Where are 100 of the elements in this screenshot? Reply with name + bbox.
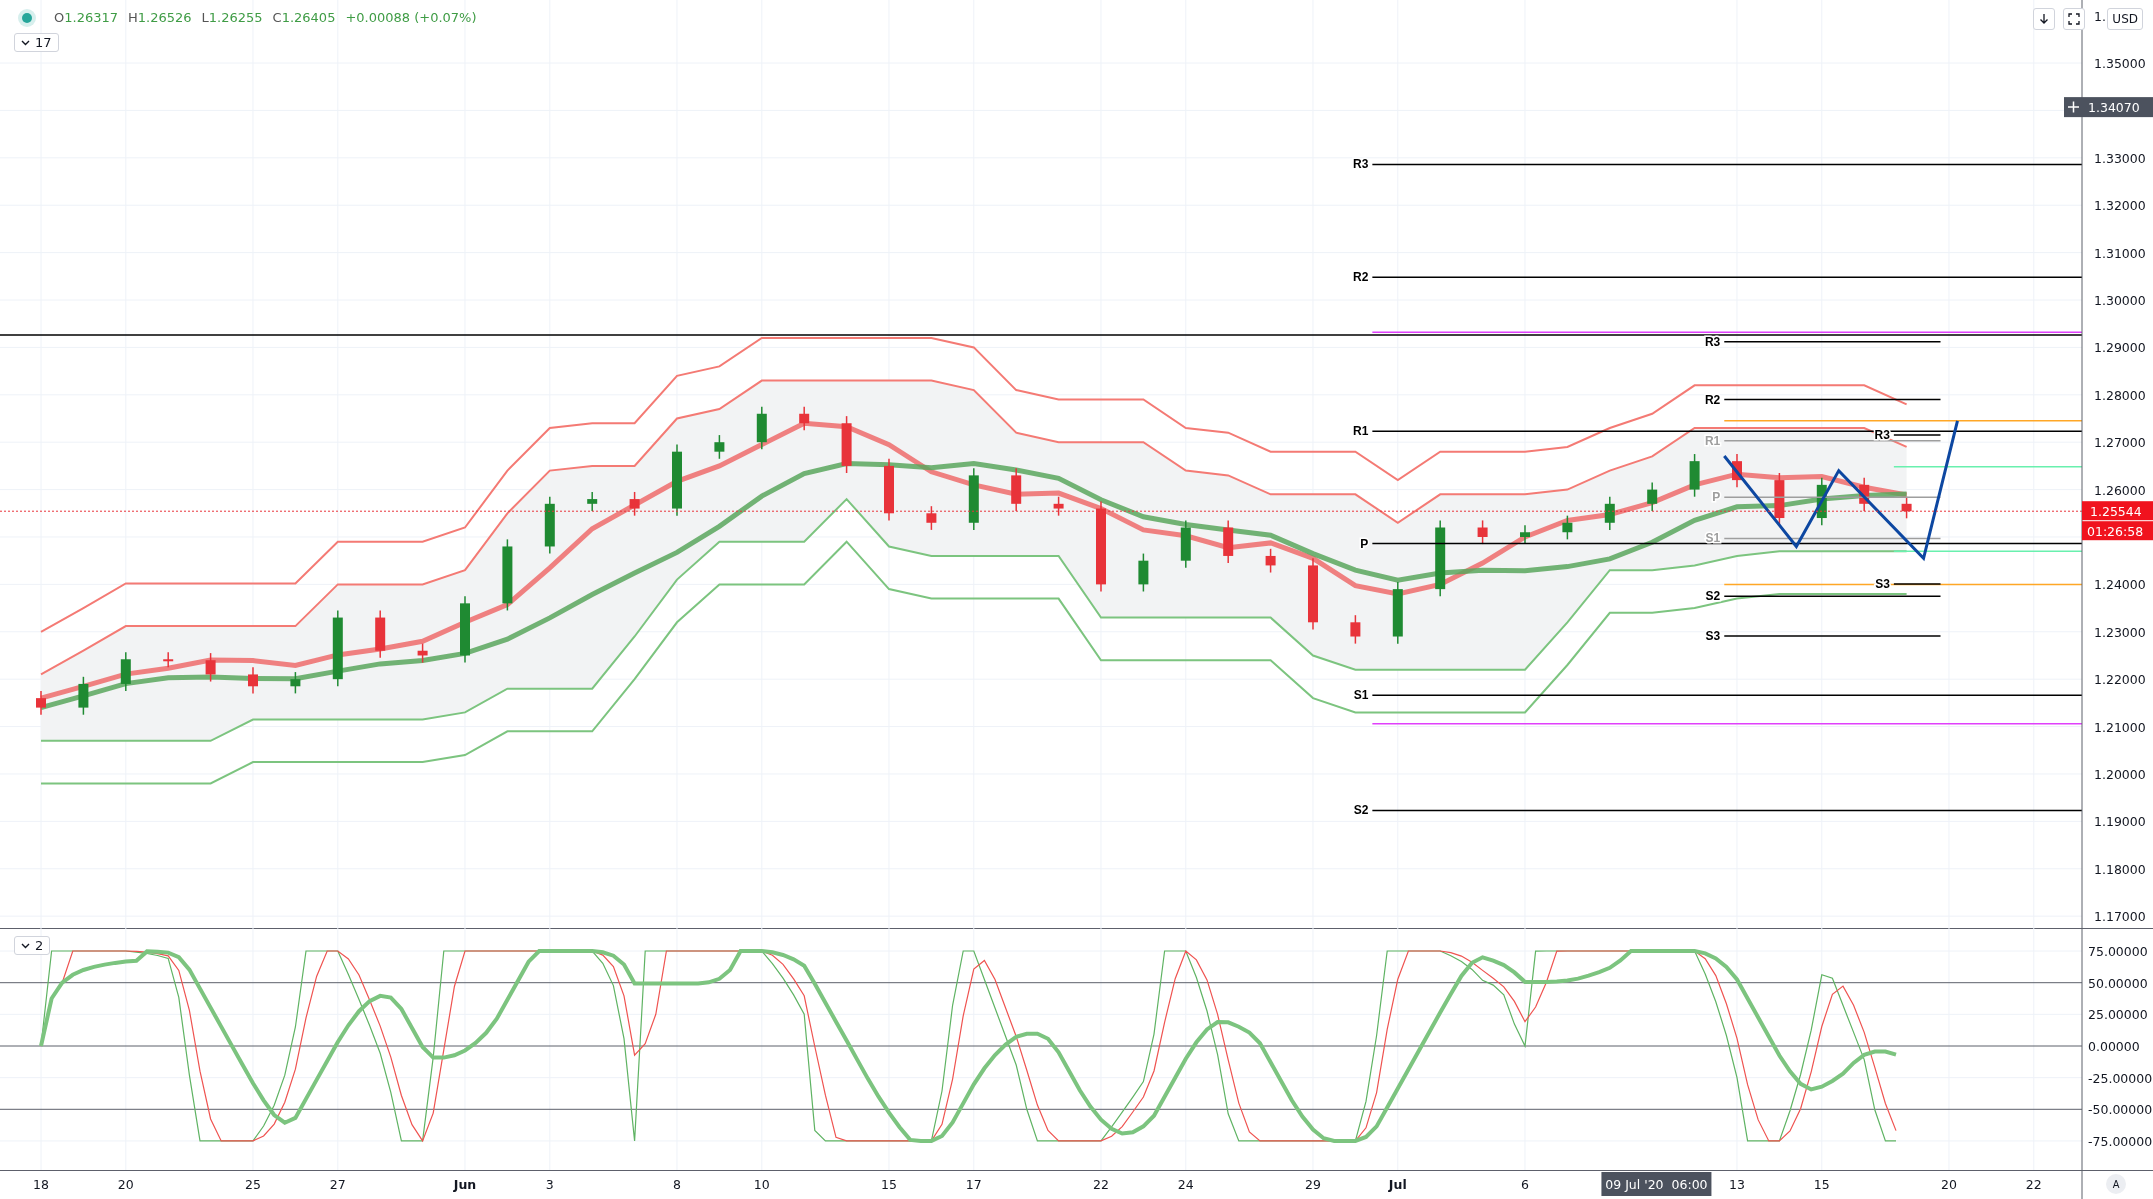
time-axis-label: Jun: [453, 1177, 477, 1192]
candle: [629, 491, 640, 517]
oscillator-axis-label: 25.00000: [2088, 1007, 2148, 1023]
candle: [290, 671, 301, 695]
candle: [1392, 581, 1403, 645]
plus-icon[interactable]: [2067, 100, 2080, 114]
oscillator-axis-label: -25.00000: [2088, 1070, 2153, 1086]
time-axis-label: 15: [1813, 1177, 1830, 1192]
candle: [968, 467, 979, 531]
collapse-toggle[interactable]: 17: [14, 33, 59, 52]
oscillator-axis-label: 75.00000: [2088, 944, 2148, 960]
pivot-label: S1: [1705, 531, 1721, 546]
pivot-line: [1893, 583, 1942, 585]
crosshair-price-tag: 1.34070: [2064, 97, 2153, 118]
candle: [120, 651, 131, 692]
change-value: +0.00088 (+0.07%): [345, 10, 477, 25]
frame-icon: [2068, 13, 2081, 25]
time-axis-label: 10: [753, 1177, 770, 1192]
time-axis-label: 22: [2025, 1177, 2042, 1192]
fullscreen-button[interactable]: [2063, 8, 2086, 30]
candle: [544, 495, 555, 555]
scroll-down-button[interactable]: [2033, 8, 2056, 30]
price-axis-label: 1.19000: [2094, 814, 2146, 830]
last-price-tag: 1.25544: [2082, 501, 2153, 521]
candle: [1689, 453, 1700, 498]
price-axis-label: 1.31000: [2094, 245, 2146, 261]
candle: [1053, 495, 1064, 517]
candle: [799, 405, 810, 432]
candle: [205, 652, 216, 683]
price-axis-label: 1.18000: [2094, 861, 2146, 877]
price-axis-label: 1.26000: [2094, 482, 2146, 498]
candle: [1774, 472, 1785, 526]
countdown-tag: 01:26:58: [2082, 521, 2153, 541]
candle: [1859, 477, 1870, 512]
price-axis-label: 1.20000: [2094, 766, 2146, 782]
price-axis-label: 1.35000: [2094, 56, 2146, 72]
currency-button[interactable]: USD: [2107, 8, 2143, 30]
time-axis-label: 24: [1177, 1177, 1194, 1192]
candle: [460, 595, 470, 664]
price-axis-label: 1.30000: [2094, 293, 2146, 308]
price-axis-label: 1.23000: [2094, 624, 2146, 640]
pivot-label: S2: [1353, 803, 1369, 818]
candle: [587, 491, 598, 512]
pivot-label: S1: [1353, 688, 1369, 703]
pivot-label: R1: [1704, 433, 1721, 448]
candle: [756, 405, 767, 451]
down-arrow-icon: [2039, 13, 2050, 25]
candle: [1562, 514, 1573, 541]
pivot-label: P: [1712, 490, 1721, 505]
price-axis-label: 1.24000: [2094, 577, 2146, 593]
candle: [1223, 519, 1234, 564]
chevron-icon: [21, 39, 30, 46]
candle: [1011, 467, 1022, 512]
price-axis-label: 1.28000: [2094, 387, 2146, 403]
candle: [1477, 519, 1488, 545]
pivot-label: R3: [1704, 334, 1721, 349]
candle: [714, 434, 725, 460]
candle: [926, 505, 937, 531]
pivot-label: R1: [1353, 424, 1369, 439]
collapse-toggle[interactable]: 2: [14, 936, 51, 955]
pivot-label: P: [1360, 536, 1369, 551]
pivot-label: R3: [1874, 428, 1890, 443]
candle: [1604, 495, 1615, 531]
candle: [1138, 552, 1149, 593]
pivot-label: R2: [1704, 392, 1721, 407]
oscillator-axis-label: -50.00000: [2088, 1102, 2153, 1118]
time-axis-label: 29: [1305, 1177, 1321, 1192]
candle: [1647, 481, 1658, 512]
candle: [1816, 477, 1827, 526]
time-axis-label: 20: [117, 1177, 134, 1192]
time-axis-label: 22: [1093, 1177, 1109, 1192]
pivot-label: S2: [1705, 589, 1721, 604]
time-axis-label: 17: [965, 1177, 982, 1192]
candle: [417, 642, 428, 664]
price-axis-label: 1.29000: [2094, 340, 2146, 356]
time-axis-label: 18: [33, 1177, 49, 1192]
price-axis-label: 1.27000: [2094, 435, 2146, 451]
time-axis-label: 20: [1941, 1177, 1957, 1192]
candle: [1520, 524, 1530, 545]
oscillator-axis-label: -75.00000: [2088, 1133, 2153, 1149]
candle: [248, 666, 258, 695]
candle: [36, 690, 46, 716]
candle: [1901, 495, 1912, 520]
candle: [1350, 614, 1361, 645]
price-axis-label: 1.21000: [2094, 719, 2146, 735]
ohlc-value: L1.26255: [201, 10, 263, 25]
candle: [78, 676, 89, 716]
price-axis-label: 1.22000: [2094, 672, 2146, 688]
candle: [1180, 519, 1191, 569]
candle: [375, 609, 386, 659]
price-axis-label: 1.33000: [2094, 150, 2146, 166]
time-axis-label: 27: [329, 1177, 346, 1192]
time-axis-label: 25: [245, 1177, 261, 1192]
candle: [884, 458, 894, 522]
pivot-label: R2: [1353, 270, 1369, 285]
ohlc-value: H1.26526: [128, 10, 192, 25]
crosshair-time-tag: 09 Jul '20 06:00: [1601, 1172, 1712, 1196]
time-axis-label: 13: [1729, 1177, 1745, 1192]
candle: [1732, 453, 1742, 488]
auto-scale-button[interactable]: A: [2106, 1174, 2126, 1194]
